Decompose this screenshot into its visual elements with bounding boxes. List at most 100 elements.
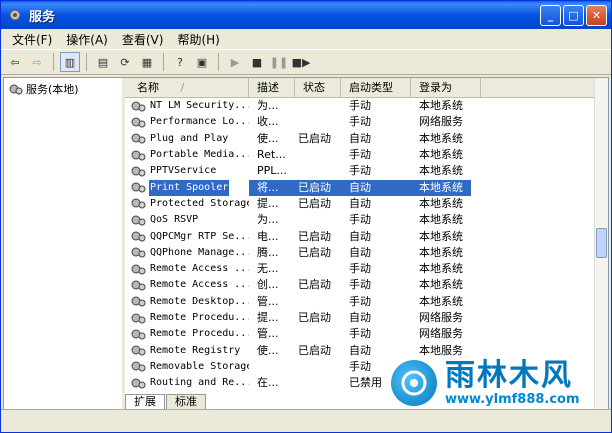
service-description-cell bbox=[249, 359, 295, 375]
table-row[interactable]: Remote Procedu... 提... 已启动 自动 网络服务 bbox=[125, 310, 595, 326]
menu-file[interactable]: 文件(F) bbox=[5, 31, 59, 48]
column-description[interactable]: 描述 bbox=[249, 78, 295, 97]
window-title: 服务 bbox=[29, 9, 56, 25]
table-row[interactable]: Plug and Play 使... 已启动 自动 本地系统 bbox=[125, 131, 595, 147]
tree-root-label: 服务(本地) bbox=[26, 83, 79, 96]
service-logon-cell: 本地系统 bbox=[419, 196, 463, 210]
service-gear-icon bbox=[131, 280, 146, 291]
maximize-button[interactable]: □ bbox=[563, 4, 584, 26]
table-row[interactable]: PPTVService PPL... 手动 本地系统 bbox=[125, 163, 595, 179]
service-description-cell: Ret... bbox=[257, 148, 286, 162]
service-gear-icon bbox=[131, 215, 146, 226]
service-status-cell bbox=[295, 359, 341, 375]
service-gear-icon bbox=[131, 198, 146, 209]
service-name-cell: QQPCMgr RTP Se... bbox=[125, 229, 249, 245]
column-startup-type[interactable]: 启动类型 bbox=[341, 78, 411, 97]
pause-service-icon[interactable]: ❚❚ bbox=[269, 52, 289, 72]
service-status-cell bbox=[295, 114, 341, 130]
service-startup-cell: 手动 bbox=[349, 115, 371, 129]
service-gear-icon bbox=[131, 101, 146, 112]
service-name-cell: Removable Storage bbox=[125, 359, 249, 375]
column-logon-as[interactable]: 登录为 bbox=[411, 78, 481, 97]
table-row[interactable]: Remote Access ... 创... 已启动 手动 本地系统 bbox=[125, 277, 595, 293]
service-logon-cell: 本地系统 bbox=[419, 229, 463, 243]
table-row[interactable]: Performance Lo... 收... 手动 网络服务 bbox=[125, 114, 595, 130]
service-description-cell: 为... bbox=[257, 213, 279, 227]
service-name-cell: QoS RSVP bbox=[125, 212, 249, 228]
menu-help[interactable]: 帮助(H) bbox=[170, 31, 226, 48]
column-name[interactable]: 名称 / bbox=[125, 78, 249, 97]
service-startup-cell: 手动 bbox=[349, 278, 371, 292]
title-bar[interactable]: 服务 _ □ ✕ bbox=[1, 1, 611, 29]
toolbar-divider bbox=[218, 53, 219, 71]
service-startup-cell: 自动 bbox=[349, 311, 371, 324]
minimize-button[interactable]: _ bbox=[540, 4, 561, 26]
service-description-cell: 将... bbox=[249, 179, 295, 196]
services-window: 服务 _ □ ✕ 文件(F) 操作(A) 查看(V) 帮助(H) ⇦ ⇨ ▥ ▤… bbox=[0, 0, 612, 433]
service-name-cell: Print Spooler bbox=[125, 179, 249, 196]
service-status-cell bbox=[295, 147, 341, 163]
table-row[interactable]: Remote Desktop... 管... 手动 本地系统 bbox=[125, 294, 595, 310]
service-status-cell bbox=[295, 261, 341, 277]
service-startup-cell: 自动 bbox=[349, 196, 371, 210]
service-status-cell bbox=[295, 212, 341, 228]
table-row[interactable]: QQPCMgr RTP Se... 电... 已启动 自动 本地系统 bbox=[125, 228, 595, 244]
service-status-cell: 已启动 bbox=[298, 229, 331, 243]
back-arrow-icon[interactable]: ⇦ bbox=[5, 52, 25, 72]
tree-item-services-local[interactable]: 服务(本地) bbox=[4, 78, 122, 100]
refresh-icon[interactable]: ⟳ bbox=[115, 52, 135, 72]
tab-extended[interactable]: 扩展 bbox=[125, 394, 165, 410]
service-status-cell bbox=[295, 326, 341, 342]
restart-service-icon[interactable]: ■▶ bbox=[291, 52, 311, 72]
services-gear-icon bbox=[9, 84, 23, 94]
service-status-cell: 已启动 bbox=[298, 131, 331, 145]
table-row[interactable]: Protected Storage 提... 已启动 自动 本地系统 bbox=[125, 196, 595, 212]
console-icon[interactable]: ▣ bbox=[192, 52, 212, 72]
service-logon-cell: 本地系统 bbox=[419, 99, 463, 113]
services-rows: NT LM Security... 为... 手动 本地系统 Performance L… bbox=[125, 98, 595, 391]
scrollbar-thumb[interactable] bbox=[596, 228, 607, 258]
forward-arrow-icon[interactable]: ⇨ bbox=[27, 52, 47, 72]
watermark-logo-icon bbox=[391, 360, 437, 406]
service-name-cell: Remote Access ... bbox=[125, 261, 249, 277]
menu-view[interactable]: 查看(V) bbox=[115, 31, 171, 48]
help-icon[interactable]: ? bbox=[170, 52, 190, 72]
service-logon-cell: 本地系统 bbox=[419, 245, 463, 259]
close-button[interactable]: ✕ bbox=[586, 4, 607, 26]
services-gear-icon bbox=[7, 7, 23, 23]
table-row[interactable]: Portable Media... Ret... 手动 本地系统 bbox=[125, 147, 595, 163]
table-row[interactable]: Print Spooler 将... 已启动 自动 本地系统 bbox=[125, 179, 595, 196]
tree-pane: 服务(本地) bbox=[4, 78, 125, 410]
export-list-icon[interactable]: ▦ bbox=[137, 52, 157, 72]
service-startup-cell: 自动 bbox=[349, 245, 371, 259]
start-service-icon[interactable]: ▶ bbox=[225, 52, 245, 72]
stop-service-icon[interactable]: ■ bbox=[247, 52, 267, 72]
service-gear-icon bbox=[131, 133, 146, 144]
properties-icon[interactable]: ▤ bbox=[93, 52, 113, 72]
service-gear-icon bbox=[131, 345, 146, 356]
view-tabs: 扩展 标准 bbox=[125, 394, 207, 410]
service-startup-cell: 手动 bbox=[349, 294, 371, 308]
table-row[interactable]: Remote Access ... 无... 手动 本地系统 bbox=[125, 261, 595, 277]
service-status-cell bbox=[295, 294, 341, 310]
service-name-cell: Remote Procedu... bbox=[125, 310, 249, 326]
service-name-cell: Plug and Play bbox=[125, 131, 249, 147]
tab-standard[interactable]: 标准 bbox=[166, 394, 206, 410]
table-row[interactable]: NT LM Security... 为... 手动 本地系统 bbox=[125, 98, 595, 114]
service-gear-icon bbox=[131, 313, 146, 323]
service-description-cell: 在... bbox=[257, 376, 279, 390]
service-gear-icon bbox=[131, 182, 146, 193]
table-row[interactable]: QoS RSVP 为... 手动 本地系统 bbox=[125, 212, 595, 228]
toolbar: ⇦ ⇨ ▥ ▤ ⟳ ▦ ? ▣ ▶ ■ ❚❚ ■▶ bbox=[1, 50, 611, 75]
service-startup-cell: 手动 bbox=[349, 262, 371, 276]
show-hide-tree-icon[interactable]: ▥ bbox=[60, 52, 80, 72]
table-row[interactable]: QQPhone Manage... 腾... 已启动 自动 本地系统 bbox=[125, 245, 595, 261]
service-startup-cell: 手动 bbox=[349, 99, 371, 113]
table-row[interactable]: Remote Procedu... 管... 手动 网络服务 bbox=[125, 326, 595, 342]
service-description-cell: 管... bbox=[257, 294, 279, 308]
service-status-cell: 已启动 bbox=[298, 278, 331, 292]
menu-action[interactable]: 操作(A) bbox=[59, 31, 115, 48]
column-status[interactable]: 状态 bbox=[295, 78, 341, 97]
service-status-cell bbox=[295, 375, 341, 391]
service-gear-icon bbox=[131, 117, 146, 128]
